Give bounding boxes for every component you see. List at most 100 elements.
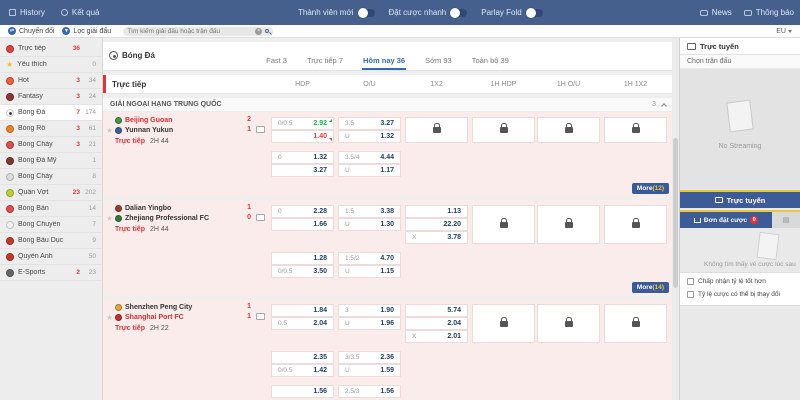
match-stats-icon[interactable]: [256, 313, 265, 320]
odds-value: 1.84: [313, 307, 327, 314]
more-odds-button[interactable]: More(12): [632, 183, 669, 194]
fantasy-icon: [6, 93, 14, 101]
odds-may-change-checkbox[interactable]: [687, 291, 694, 298]
sidebar-item-volleyball[interactable]: Bóng Chuyền7: [0, 217, 102, 233]
tab-3[interactable]: Sớm 93: [424, 53, 453, 70]
sidebar-item-table-tennis[interactable]: Bóng Bàn14: [0, 201, 102, 217]
hdp-odds-cell[interactable]: 2.35: [271, 351, 334, 364]
sidebar-item-ball[interactable]: Bóng Chày8: [0, 169, 102, 185]
hdp-odds-cell[interactable]: 0.52.04: [271, 317, 334, 330]
tab-1[interactable]: Trực tiếp 7: [306, 53, 344, 70]
hdp-odds-cell[interactable]: 0/0.52.92: [271, 117, 334, 130]
clear-search-icon[interactable]: ×: [255, 28, 262, 35]
sidebar-item-soccer[interactable]: Bóng Đá7174: [0, 105, 102, 121]
notifications-button[interactable]: Thông báo: [744, 8, 794, 17]
1x2-odds-cell[interactable]: X2.01: [405, 330, 468, 343]
sidebar-item-rugby[interactable]: Bóng Bầu Dục9: [0, 233, 102, 249]
favorite-star-icon[interactable]: ★: [106, 313, 113, 322]
odds-value: 3.50: [313, 268, 327, 275]
sidebar-item-tennis[interactable]: Quần Vợt23202: [0, 185, 102, 201]
hdp-odds-cell[interactable]: 0/0.51.42: [271, 364, 334, 377]
toggle-parlay-fold[interactable]: Parlay Fold: [481, 8, 542, 17]
scrollbar-thumb[interactable]: [673, 138, 678, 288]
sidebar-item-boxing[interactable]: Quyền Anh50: [0, 249, 102, 265]
hdp-odds-cell[interactable]: 3.27: [271, 164, 334, 177]
sidebar-item-basketball[interactable]: Bóng Rổ361: [0, 121, 102, 137]
convert-button[interactable]: ⇄ Chuyển đổi: [8, 27, 54, 35]
hdp-odds-cell[interactable]: 02.28: [271, 205, 334, 218]
tab-2[interactable]: Hôm nay 36: [362, 53, 406, 70]
hdp-odds-cell[interactable]: 1.28: [271, 252, 334, 265]
1x2-odds-cell[interactable]: 5.74: [405, 304, 468, 317]
1x2-odds-cell[interactable]: 22.20: [405, 218, 468, 231]
search-input[interactable]: [127, 28, 252, 35]
sidebar-count: 7: [84, 221, 96, 228]
history-button[interactable]: History: [9, 8, 45, 17]
sidebar-item-esports[interactable]: E-Sports223: [0, 265, 102, 281]
tab-4[interactable]: Toàn bộ 39: [471, 53, 510, 70]
tab-my-bets[interactable]: ▤: [772, 212, 800, 228]
filter-leagues-button[interactable]: ▼ Lọc giải đấu: [62, 27, 111, 35]
over-under-odds-cell[interactable]: 3.53.27: [338, 117, 401, 130]
search-icon[interactable]: [265, 29, 269, 33]
over-under-odds-cell[interactable]: 1.5/24.70: [338, 252, 401, 265]
collapse-chevron-icon[interactable]: [661, 103, 667, 109]
new-member-switch[interactable]: [359, 9, 375, 17]
over-under-odds-cell[interactable]: 31.90: [338, 304, 401, 317]
league-header[interactable]: GIẢI NGOẠI HẠNG TRUNG QUỐC 3: [103, 98, 672, 112]
odds-format-select[interactable]: EU: [776, 28, 792, 35]
sidebar-item-american-football[interactable]: Bóng Đá Mỹ1: [0, 153, 102, 169]
over-under-odds-cell[interactable]: U1.30: [338, 218, 401, 231]
over-under-odds-cell[interactable]: U1.15: [338, 265, 401, 278]
parlay-fold-switch[interactable]: [527, 9, 543, 17]
news-button[interactable]: News: [700, 8, 732, 17]
toggle-quick-bet[interactable]: Đặt cược nhanh: [389, 8, 468, 17]
match-row: ★Dalian Yingbo1Zhejiang Professional FC0…: [103, 200, 672, 296]
hdp-odds-cell[interactable]: 1.40: [271, 130, 334, 143]
over-under-odds-cell[interactable]: U1.32: [338, 130, 401, 143]
over-under-odds-cell[interactable]: 3.5/44.44: [338, 151, 401, 164]
quick-bet-switch[interactable]: [451, 9, 467, 17]
hdp-odds-cell[interactable]: 01.32: [271, 151, 334, 164]
hdp-odds-cell[interactable]: 1.66: [271, 218, 334, 231]
over-under-odds-cell[interactable]: U1.17: [338, 164, 401, 177]
results-button[interactable]: Kết quả: [61, 8, 100, 17]
more-odds-button[interactable]: More(14): [632, 282, 669, 293]
accept-better-odds-option[interactable]: Chấp nhận tỷ lệ tốt hơn: [687, 278, 766, 285]
hdp-odds-cell[interactable]: 0/0.53.50: [271, 265, 334, 278]
lock-icon: [632, 321, 640, 327]
1x2-odds-cell[interactable]: X3.78: [405, 231, 468, 244]
match-stats-icon[interactable]: [256, 126, 265, 133]
team-name: Yunnan Yukun: [125, 127, 173, 134]
favorite-star-icon[interactable]: ★: [106, 126, 113, 135]
odds-value: 2.92: [313, 120, 327, 127]
sidebar-count: 8: [84, 173, 96, 180]
sidebar-item-star[interactable]: ★Yêu thích0: [0, 57, 102, 73]
content-scrollbar[interactable]: [672, 38, 679, 400]
select-match-dropdown[interactable]: Chọn trận đấu: [680, 55, 800, 69]
tab-0[interactable]: Fast 3: [265, 53, 288, 70]
sidebar-item-label: Quyền Anh: [18, 253, 80, 260]
over-under-odds-cell[interactable]: 3/3.52.36: [338, 351, 401, 364]
1x2-odds-cell[interactable]: 1.13: [405, 205, 468, 218]
sidebar-item-fantasy[interactable]: Fantasy324: [0, 89, 102, 105]
odds-may-change-option[interactable]: Tỷ lệ cược có thể bị thay đổi: [687, 291, 780, 298]
over-under-odds-cell[interactable]: U1.59: [338, 364, 401, 377]
search-box[interactable]: ×: [123, 27, 273, 36]
match-stats-icon[interactable]: [256, 214, 265, 221]
over-under-odds-cell[interactable]: 2.5/31.56: [338, 385, 401, 398]
favorite-star-icon[interactable]: ★: [106, 214, 113, 223]
accept-better-odds-checkbox[interactable]: [687, 278, 694, 285]
tab-bet-slip[interactable]: Đơn đặt cược 0: [680, 212, 772, 228]
hdp-odds-cell[interactable]: 1.56: [271, 385, 334, 398]
sidebar-item-live[interactable]: Trực tiếp36: [0, 41, 102, 57]
over-under-odds-cell[interactable]: U1.96: [338, 317, 401, 330]
over-under-odds-cell[interactable]: 1.53.38: [338, 205, 401, 218]
live-stream-button[interactable]: Trực tuyến: [680, 190, 800, 208]
sidebar-item-baseball[interactable]: Bóng Chày321: [0, 137, 102, 153]
hdp-odds-cell[interactable]: 1.84: [271, 304, 334, 317]
odds-value: 4.44: [380, 154, 394, 161]
sidebar-item-hot[interactable]: Hot334: [0, 73, 102, 89]
toggle-new-member[interactable]: Thành viên mới: [298, 8, 375, 17]
1x2-odds-cell[interactable]: 2.04: [405, 317, 468, 330]
